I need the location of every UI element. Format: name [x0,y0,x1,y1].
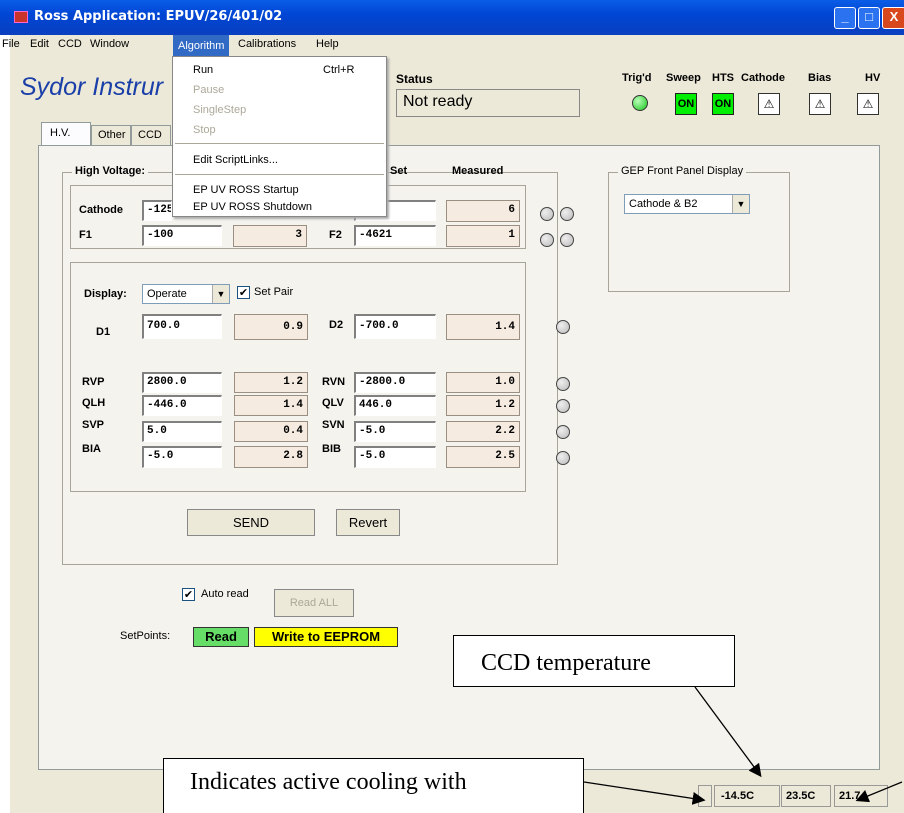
temp3-arrow [855,781,903,803]
ccd-callout-arrow [694,686,762,778]
callout-arrows [583,686,903,805]
cooling-callout-arrow [583,781,706,805]
